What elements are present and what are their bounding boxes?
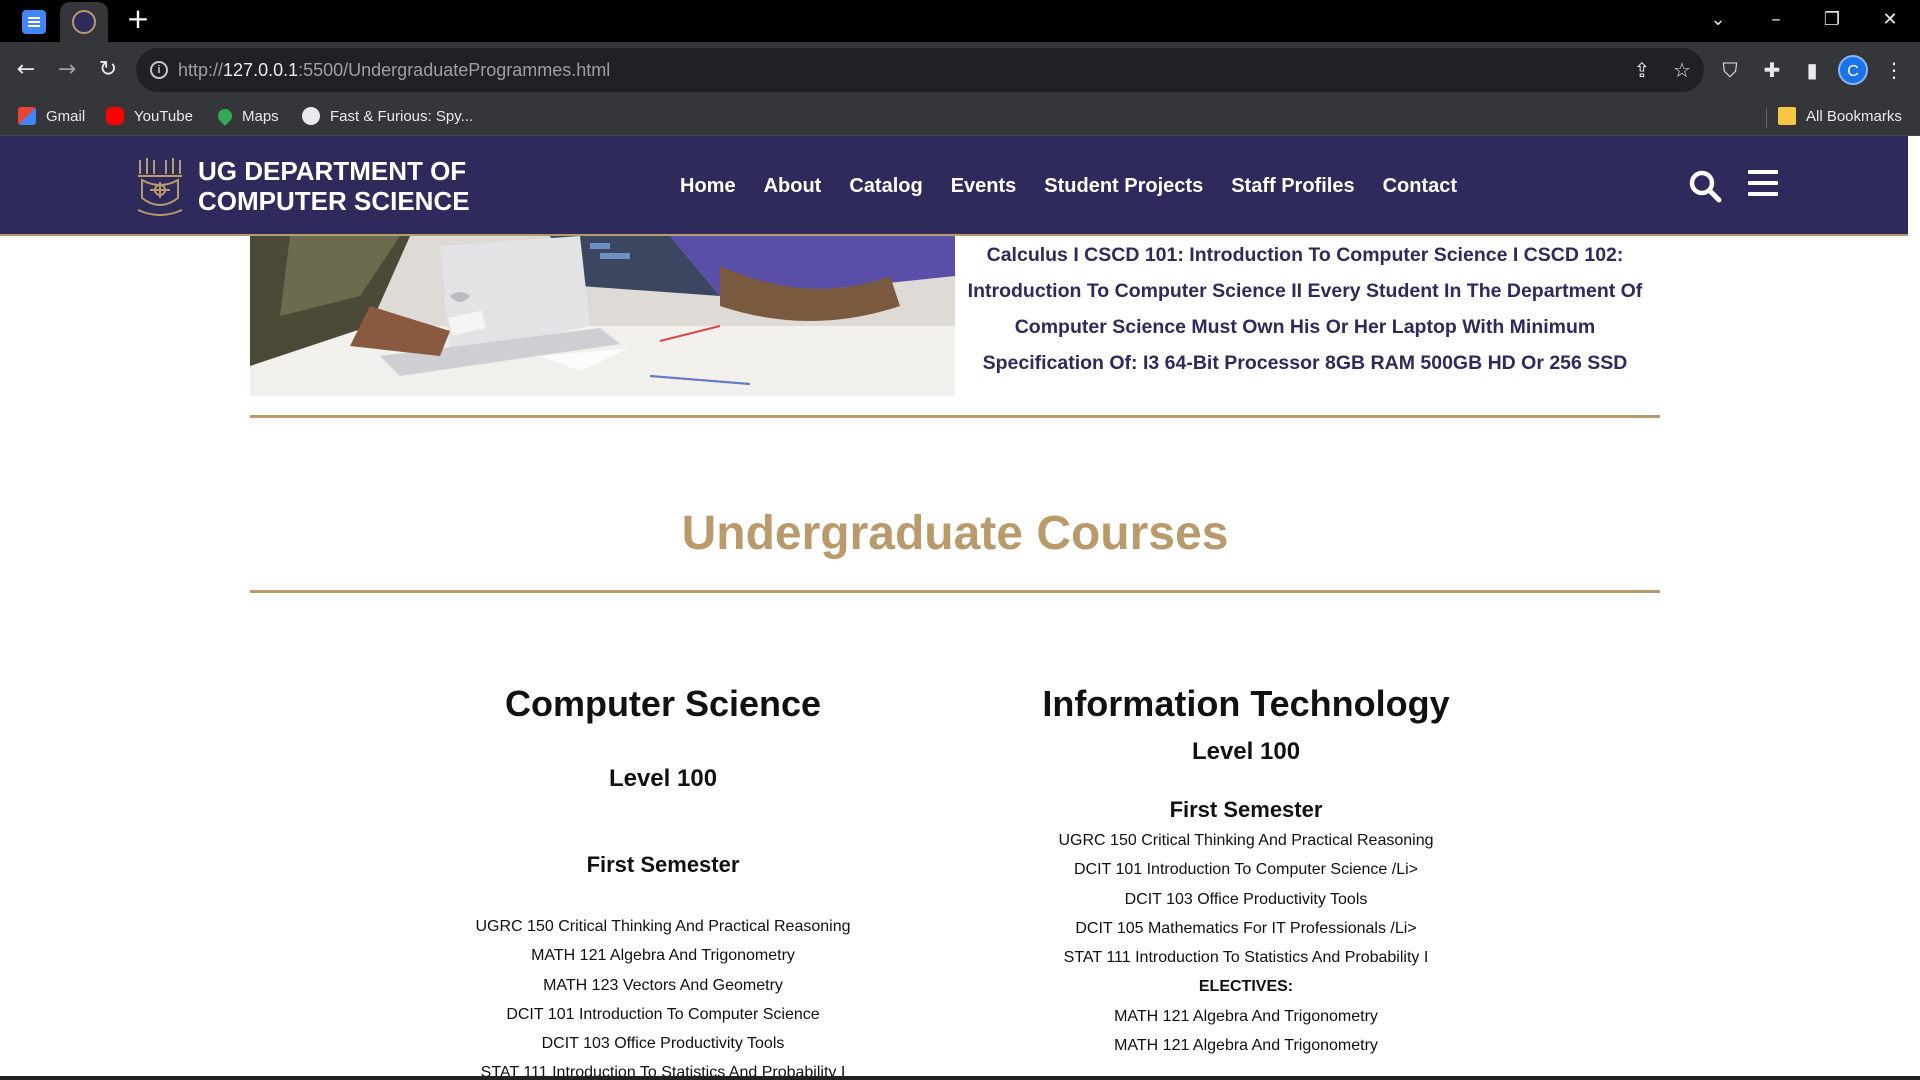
- it-heading: Information Technology: [1042, 683, 1450, 724]
- cs-course-column: Computer Science Level 100 First Semeste…: [363, 682, 963, 1080]
- list-item: MATH 121 Algebra And Trigonometry: [531, 947, 795, 965]
- extensions-puzzle-icon[interactable]: ✚: [1756, 54, 1788, 86]
- profile-avatar[interactable]: C: [1838, 55, 1868, 85]
- nav-staff-profiles[interactable]: Staff Profiles: [1231, 175, 1354, 198]
- bookmark-youtube[interactable]: YouTube: [106, 98, 193, 136]
- minimize-button[interactable]: –: [1756, 6, 1796, 34]
- globe-icon: [302, 107, 320, 126]
- bookmark-maps[interactable]: Maps: [215, 98, 279, 136]
- list-item: MATH 123 Vectors And Geometry: [543, 976, 783, 994]
- list-item: MATH 121 Algebra And Trigonometry: [1114, 1037, 1378, 1055]
- window-bottom-edge: [0, 1076, 1920, 1080]
- nav-catalog[interactable]: Catalog: [849, 175, 922, 198]
- url-text[interactable]: http://127.0.0.1:5500/UndergraduateProgr…: [178, 48, 610, 92]
- intro-paragraph: Calculus I CSCD 101: Introduction To Com…: [967, 244, 1643, 374]
- docs-tab-icon[interactable]: [22, 10, 46, 34]
- nav-about[interactable]: About: [764, 175, 822, 198]
- site-brand[interactable]: UG DEPARTMENT OF COMPUTER SCIENCE: [198, 156, 470, 216]
- tab-search-chevron-icon[interactable]: ⌄: [1698, 6, 1738, 34]
- cs-level: Level 100: [608, 765, 718, 792]
- search-icon[interactable]: [1688, 169, 1722, 203]
- nav-home[interactable]: Home: [680, 175, 736, 198]
- back-button[interactable]: ←: [10, 54, 42, 86]
- forward-button[interactable]: →: [51, 54, 83, 86]
- nav-contact[interactable]: Contact: [1383, 175, 1457, 198]
- cs-heading: Computer Science: [504, 683, 822, 724]
- active-tab[interactable]: [60, 2, 108, 42]
- it-semester: First Semester: [1169, 797, 1323, 822]
- list-item: MATH 121 Algebra And Trigonometry: [1114, 1007, 1378, 1025]
- it-course-list: UGRC 150 Critical Thinking And Practical…: [946, 826, 1546, 1060]
- bookmark-fast-furious[interactable]: Fast & Furious: Spy...: [302, 98, 473, 136]
- browser-menu-icon[interactable]: ⋮: [1878, 54, 1910, 86]
- cs-semester: First Semester: [586, 852, 740, 877]
- page-viewport: UG DEPARTMENT OF COMPUTER SCIENCE Home A…: [0, 136, 1920, 1080]
- list-item: DCIT 105 Mathematics For IT Professional…: [1075, 919, 1417, 937]
- shield-extension-icon[interactable]: ⛉: [1714, 54, 1746, 86]
- list-item: STAT 111 Introduction To Statistics And …: [1063, 949, 1429, 967]
- university-crest-icon[interactable]: [134, 156, 186, 218]
- bookmark-separator: [1766, 108, 1767, 128]
- list-item: UGRC 150 Critical Thinking And Practical…: [1058, 832, 1434, 849]
- list-item: DCIT 101 Introduction To Computer Scienc…: [1073, 861, 1419, 879]
- list-item: DCIT 103 Office Productivity Tools: [1124, 890, 1368, 908]
- maps-icon: [215, 106, 235, 126]
- folder-icon: [1778, 107, 1796, 126]
- tab-strip: + ⌄ – ❐ ✕: [0, 0, 1920, 42]
- site-favicon-icon: [72, 10, 96, 34]
- hamburger-menu-icon[interactable]: [1748, 170, 1778, 198]
- address-bar[interactable]: i http://127.0.0.1:5500/UndergraduatePro…: [136, 48, 1704, 92]
- cs-course-list: UGRC 150 Critical Thinking And Practical…: [363, 912, 963, 1080]
- close-window-button[interactable]: ✕: [1870, 6, 1910, 34]
- brand-line-1: UG DEPARTMENT OF: [198, 156, 467, 186]
- nav-student-projects[interactable]: Student Projects: [1044, 175, 1203, 198]
- new-tab-button[interactable]: +: [124, 5, 152, 34]
- nav-events[interactable]: Events: [951, 175, 1017, 198]
- electives-label: ELECTIVES:: [1198, 978, 1294, 996]
- list-item: DCIT 103 Office Productivity Tools: [541, 1035, 785, 1053]
- gmail-icon: [18, 107, 36, 126]
- youtube-icon: [106, 107, 124, 126]
- section-title: Undergraduate Courses: [681, 507, 1229, 560]
- brand-line-2: COMPUTER SCIENCE: [198, 186, 470, 216]
- list-item: DCIT 101 Introduction To Computer Scienc…: [506, 1005, 820, 1023]
- site-header: UG DEPARTMENT OF COMPUTER SCIENCE Home A…: [0, 136, 1908, 236]
- browser-toolbar: ← → ↻ i http://127.0.0.1:5500/Undergradu…: [0, 42, 1920, 98]
- reload-button[interactable]: ↻: [92, 54, 124, 86]
- students-laptop-image: [250, 236, 955, 396]
- side-panel-icon[interactable]: ▮: [1796, 54, 1828, 86]
- site-info-icon[interactable]: i: [150, 61, 168, 79]
- bookmarks-bar: Gmail YouTube Maps Fast & Furious: Spy..…: [0, 98, 1920, 136]
- divider-top: [250, 415, 1660, 418]
- bookmark-gmail[interactable]: Gmail: [18, 98, 85, 136]
- share-icon[interactable]: ⇪: [1630, 58, 1654, 82]
- it-course-column: Information Technology Level 100 First S…: [946, 682, 1546, 1060]
- main-nav: Home About Catalog Events Student Projec…: [680, 136, 1485, 236]
- it-level: Level 100: [1191, 738, 1301, 765]
- bookmark-star-icon[interactable]: ☆: [1670, 58, 1694, 82]
- divider-under-title: [250, 590, 1660, 593]
- list-item: UGRC 150 Critical Thinking And Practical…: [475, 918, 851, 935]
- all-bookmarks-button[interactable]: All Bookmarks: [1778, 98, 1902, 136]
- restore-button[interactable]: ❐: [1812, 6, 1852, 34]
